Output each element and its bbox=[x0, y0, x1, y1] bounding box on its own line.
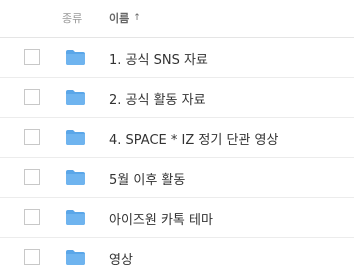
folder-icon bbox=[66, 130, 85, 145]
file-list-header: 종류 이름 ↑ bbox=[0, 0, 354, 38]
folder-icon bbox=[66, 250, 85, 265]
folder-icon bbox=[66, 170, 85, 185]
file-name[interactable]: 아이즈원 카톡 테마 bbox=[109, 209, 213, 228]
folder-icon bbox=[66, 210, 85, 225]
file-name[interactable]: 2. 공식 활동 자료 bbox=[109, 89, 206, 108]
row-checkbox[interactable] bbox=[24, 49, 40, 65]
row-checkbox[interactable] bbox=[24, 169, 40, 185]
file-row[interactable]: 1. 공식 SNS 자료 bbox=[0, 38, 354, 78]
file-list: 1. 공식 SNS 자료 2. 공식 활동 자료 4. SPACE * IZ 정… bbox=[0, 38, 354, 278]
file-row[interactable]: 4. SPACE * IZ 정기 단관 영상 bbox=[0, 118, 354, 158]
column-header-name-label: 이름 bbox=[109, 12, 130, 25]
file-name[interactable]: 1. 공식 SNS 자료 bbox=[109, 49, 208, 68]
file-row[interactable]: 아이즈원 카톡 테마 bbox=[0, 198, 354, 238]
row-checkbox[interactable] bbox=[24, 209, 40, 225]
file-row[interactable]: 2. 공식 활동 자료 bbox=[0, 78, 354, 118]
row-checkbox[interactable] bbox=[24, 129, 40, 145]
column-header-name[interactable]: 이름 ↑ bbox=[109, 10, 141, 26]
folder-icon bbox=[66, 90, 85, 105]
file-name[interactable]: 4. SPACE * IZ 정기 단관 영상 bbox=[109, 129, 278, 148]
column-header-type[interactable]: 종류 bbox=[62, 10, 82, 26]
file-row[interactable]: 영상 bbox=[0, 238, 354, 278]
folder-icon bbox=[66, 50, 85, 65]
row-checkbox[interactable] bbox=[24, 249, 40, 265]
file-name[interactable]: 영상 bbox=[109, 249, 133, 268]
row-checkbox[interactable] bbox=[24, 89, 40, 105]
file-row[interactable]: 5월 이후 활동 bbox=[0, 158, 354, 198]
sort-ascending-icon: ↑ bbox=[133, 13, 141, 23]
file-name[interactable]: 5월 이후 활동 bbox=[109, 169, 185, 188]
